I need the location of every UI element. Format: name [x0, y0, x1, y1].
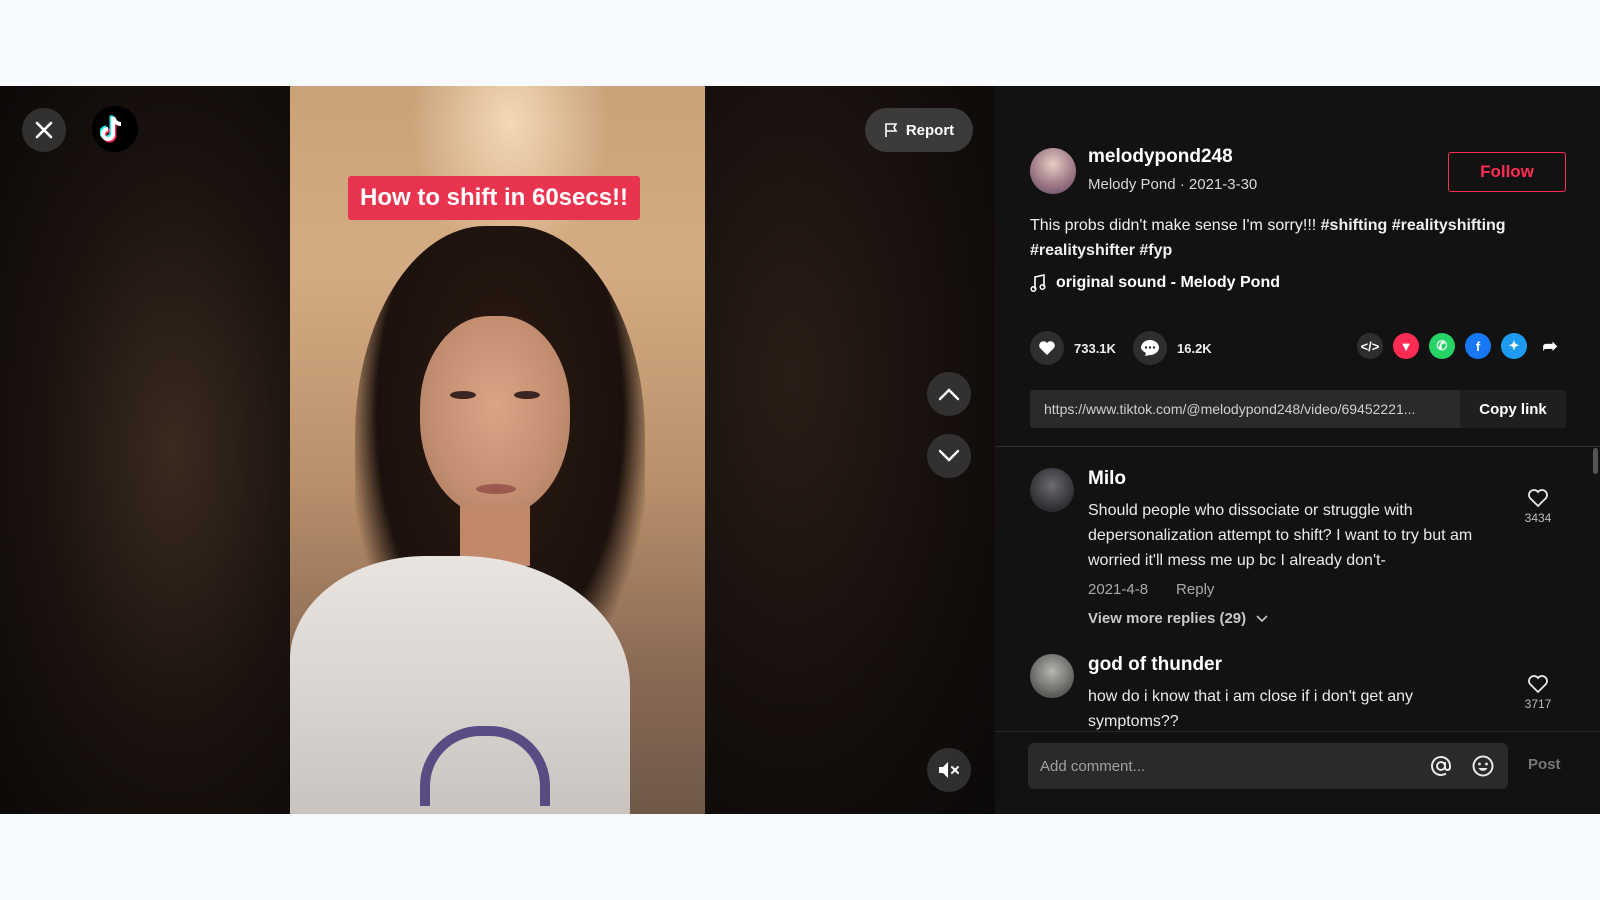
divider — [995, 446, 1600, 447]
heart-outline-icon — [1528, 675, 1548, 694]
video-frame-eye — [514, 391, 540, 399]
twitter-icon[interactable]: ✦ — [1501, 333, 1527, 359]
chevron-down-icon — [938, 449, 960, 462]
author-avatar[interactable] — [1030, 148, 1076, 194]
heart-outline-icon — [1528, 489, 1548, 508]
share-link-box: https://www.tiktok.com/@melodypond248/vi… — [1030, 390, 1566, 428]
details-panel: melodypond248 Melody Pond · 2021-3-30 Fo… — [995, 86, 1600, 814]
flag-icon — [885, 123, 898, 137]
video-frame-eye — [450, 391, 476, 399]
facebook-icon[interactable]: f — [1465, 333, 1491, 359]
commenter-avatar[interactable] — [1030, 468, 1074, 512]
comment-icon — [1141, 340, 1159, 356]
comment-text: Should people who dissociate or struggle… — [1088, 502, 1473, 569]
comment-like-count: 3434 — [1524, 511, 1552, 525]
close-button[interactable] — [22, 108, 66, 152]
share-row: </> ▼ ✆ f ✦ ➦ — [1357, 333, 1563, 359]
chevron-down-icon — [1256, 614, 1268, 622]
mute-button[interactable] — [927, 748, 971, 792]
commenter-name[interactable]: god of thunder — [1088, 654, 1222, 676]
emoji-button[interactable] — [1470, 753, 1496, 779]
follow-button[interactable]: Follow — [1448, 152, 1566, 192]
share-link-text[interactable]: https://www.tiktok.com/@melodypond248/vi… — [1030, 401, 1460, 417]
author-username[interactable]: melodypond248 — [1088, 146, 1233, 168]
video-description: This probs didn't make sense I'm sorry!!… — [1030, 213, 1570, 263]
comment-item: god of thunder how do i know that i am c… — [1030, 654, 1575, 731]
like-button[interactable]: 733.1K — [1030, 331, 1116, 365]
mention-button[interactable] — [1428, 753, 1454, 779]
comment-like-button[interactable]: 3434 — [1520, 488, 1556, 525]
comment-like-count: 3717 — [1524, 697, 1552, 711]
post-button[interactable]: Post — [1528, 756, 1561, 773]
at-icon — [1431, 756, 1451, 776]
like-circle — [1030, 331, 1064, 365]
blurred-background-left — [0, 86, 290, 814]
copy-link-button[interactable]: Copy link — [1460, 390, 1566, 428]
divider — [995, 731, 1600, 732]
emoji-icon — [1472, 755, 1494, 777]
reply-button[interactable]: Reply — [1176, 581, 1214, 598]
comment-like-button[interactable]: 3717 — [1520, 674, 1556, 711]
tiktok-icon — [100, 115, 122, 143]
comments-list: Milo Should people who dissociate or str… — [995, 456, 1600, 731]
tiktok-logo[interactable] — [92, 106, 138, 152]
view-more-replies-button[interactable]: View more replies (29) — [1088, 610, 1268, 627]
heart-icon — [1039, 341, 1055, 355]
previous-video-button[interactable] — [927, 372, 971, 416]
next-video-button[interactable] — [927, 434, 971, 478]
comment-composer — [1028, 743, 1508, 789]
comment-input[interactable] — [1040, 757, 1412, 775]
send-to-friends-icon[interactable]: ▼ — [1393, 333, 1419, 359]
speaker-muted-icon — [939, 762, 959, 778]
whatsapp-icon[interactable]: ✆ — [1429, 333, 1455, 359]
music-title: original sound - Melody Pond — [1056, 274, 1280, 291]
report-button[interactable]: Report — [865, 108, 973, 152]
comment-text: how do i know that i am close if i don't… — [1088, 688, 1414, 730]
video-caption: How to shift in 60secs!! — [348, 176, 641, 220]
author-meta: Melody Pond · 2021-3-30 — [1088, 176, 1258, 193]
embed-icon[interactable]: </> — [1357, 333, 1383, 359]
commenter-name[interactable]: Milo — [1088, 468, 1126, 490]
report-label: Report — [905, 121, 955, 139]
video-area: How to shift in 60secs!! Report — [0, 86, 995, 814]
video-player[interactable]: How to shift in 60secs!! — [290, 86, 705, 814]
close-icon — [35, 121, 53, 139]
commenter-avatar[interactable] — [1030, 654, 1074, 698]
like-count: 733.1K — [1074, 340, 1116, 356]
comment-meta: 2021-4-8 Reply — [1088, 581, 1214, 598]
video-modal: How to shift in 60secs!! Report melodypo… — [0, 86, 1600, 814]
chevron-up-icon — [938, 388, 960, 401]
music-link[interactable]: original sound - Melody Pond — [1030, 274, 1280, 292]
video-frame-lips — [476, 484, 516, 494]
description-text: This probs didn't make sense I'm sorry!!… — [1030, 217, 1321, 234]
comment-date: 2021-4-8 — [1088, 581, 1149, 598]
share-arrow-icon[interactable]: ➦ — [1537, 333, 1563, 359]
comment-count: 16.2K — [1177, 340, 1212, 356]
comment-button[interactable]: 16.2K — [1133, 331, 1212, 365]
music-note-icon — [1030, 274, 1046, 292]
comment-circle — [1133, 331, 1167, 365]
more-replies-label: View more replies (29) — [1088, 610, 1247, 627]
